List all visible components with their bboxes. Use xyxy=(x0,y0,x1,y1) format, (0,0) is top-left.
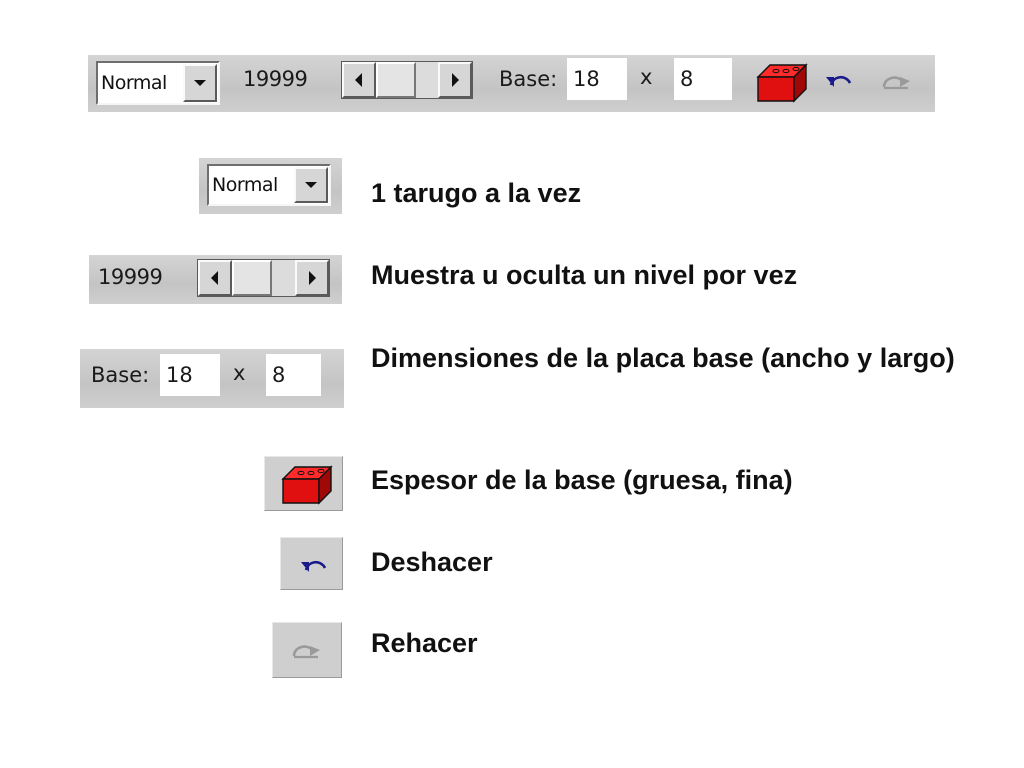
undo-button[interactable] xyxy=(822,65,858,95)
mode-combobox-sample[interactable]: Normal xyxy=(207,164,331,206)
level-scroll-right-button-sample[interactable] xyxy=(295,260,329,296)
base-label: Base: xyxy=(499,67,558,91)
arrow-left-icon xyxy=(211,271,218,285)
times-label: x xyxy=(640,65,653,89)
mode-combobox-sample-value: Normal xyxy=(212,174,278,196)
base-width-input-sample[interactable]: 18 xyxy=(160,354,220,396)
legend-text-2: Muestra u oculta un nivel por vez xyxy=(371,260,798,290)
legend-text-3: Dimensiones de la placa base (ancho y la… xyxy=(371,343,955,373)
level-scroll-left-button[interactable] xyxy=(342,62,376,98)
times-label-sample: x xyxy=(233,361,246,385)
legend-redo-sample[interactable] xyxy=(272,622,342,678)
arrow-right-icon xyxy=(309,271,316,285)
level-number: 19999 xyxy=(243,67,308,91)
legend-base-sample: Base: 18 x 8 xyxy=(80,349,344,408)
red-brick-icon xyxy=(756,63,808,103)
legend-undo-sample[interactable] xyxy=(280,537,343,590)
level-scroll-thumb[interactable] xyxy=(376,62,416,98)
legend-text-4: Espesor de la base (gruesa, fina) xyxy=(371,465,793,495)
level-scroll-thumb-sample[interactable] xyxy=(232,260,272,296)
base-width-input[interactable]: 18 xyxy=(567,58,627,100)
arrow-left-icon xyxy=(355,73,362,87)
redo-icon xyxy=(882,76,910,90)
undo-icon xyxy=(826,75,852,87)
level-scroll-left-button-sample[interactable] xyxy=(198,260,232,296)
level-scrollbar-sample[interactable] xyxy=(197,259,330,297)
legend-text-6: Rehacer xyxy=(371,628,478,658)
toolbar: Normal 19999 Base: 18 x 8 xyxy=(88,55,935,112)
level-scrollbar[interactable] xyxy=(341,61,473,99)
legend-text-1: 1 tarugo a la vez xyxy=(371,178,582,208)
base-label-sample: Base: xyxy=(91,363,150,387)
legend-combo-sample: Normal xyxy=(199,158,342,214)
level-number-sample: 19999 xyxy=(98,265,163,289)
legend-level-sample: 19999 xyxy=(89,255,342,304)
arrow-right-icon xyxy=(452,73,459,87)
red-brick-icon xyxy=(281,465,333,505)
base-length-input[interactable]: 8 xyxy=(674,58,732,100)
legend-text-5: Deshacer xyxy=(371,547,493,577)
chevron-down-icon xyxy=(194,80,206,86)
redo-button[interactable] xyxy=(878,67,918,97)
base-length-input-sample[interactable]: 8 xyxy=(266,354,321,396)
mode-dropdown-button[interactable] xyxy=(183,64,217,102)
undo-icon xyxy=(301,560,327,572)
base-thickness-button[interactable] xyxy=(754,59,808,105)
legend-brick-sample[interactable] xyxy=(264,456,343,511)
mode-dropdown-button-sample[interactable] xyxy=(294,167,328,203)
redo-icon xyxy=(292,645,320,659)
mode-combobox-value: Normal xyxy=(101,72,167,94)
mode-combobox[interactable]: Normal xyxy=(96,61,220,105)
chevron-down-icon xyxy=(305,182,317,188)
level-scroll-right-button[interactable] xyxy=(438,62,472,98)
